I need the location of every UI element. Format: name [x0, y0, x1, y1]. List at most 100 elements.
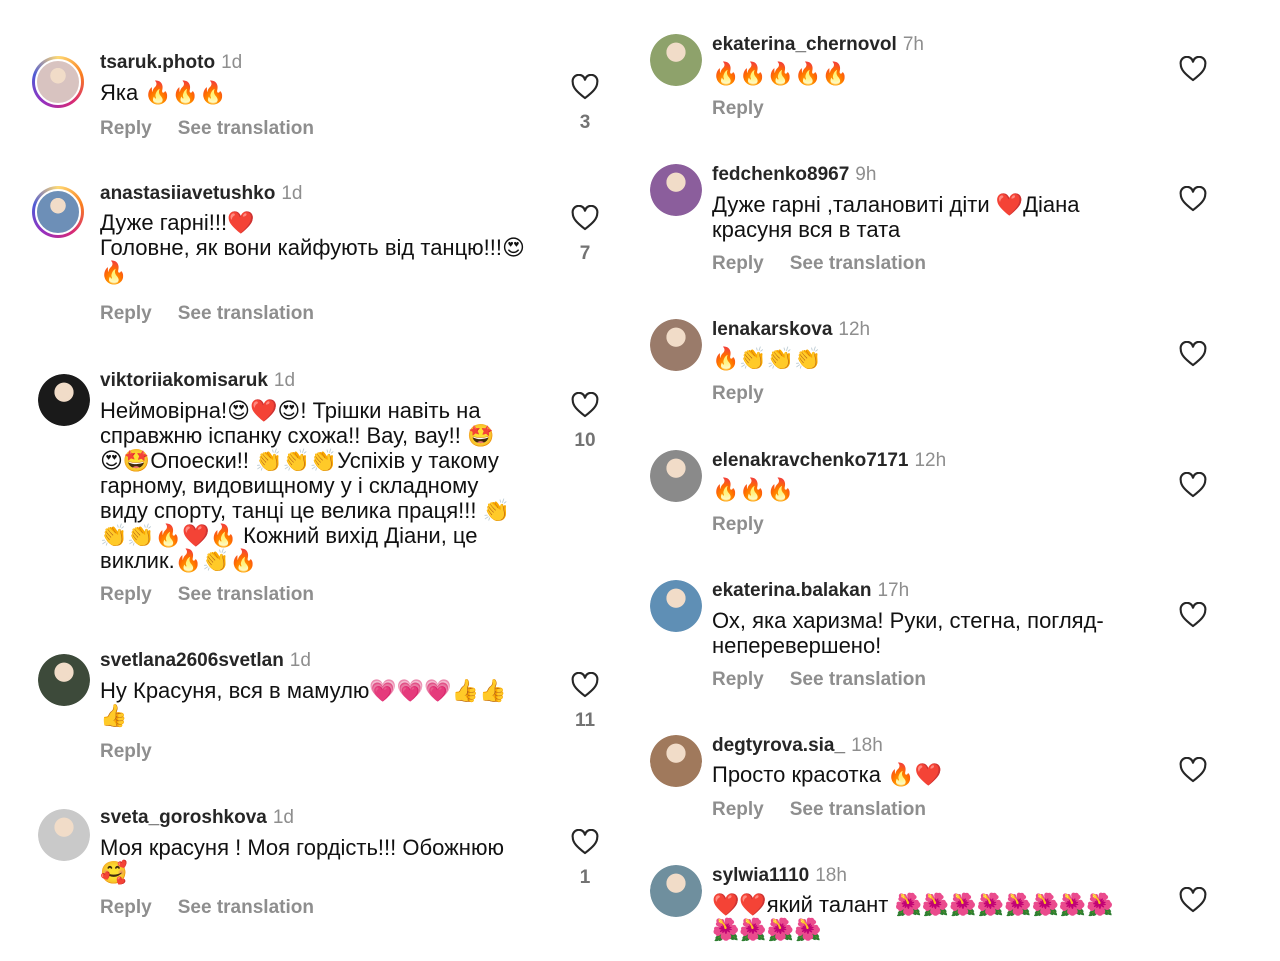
- comment-text: Дуже гарні!!!❤️ Головне, як вони кайфуют…: [100, 210, 525, 285]
- comment-actions: Reply See translation: [100, 303, 340, 325]
- comment-username[interactable]: ekaterina_chernovol 7h: [712, 34, 924, 56]
- like-heart-icon[interactable]: [571, 671, 599, 698]
- comment-timestamp: 9h: [855, 164, 877, 185]
- comment-timestamp: 1d: [289, 650, 311, 671]
- like-heart-icon[interactable]: [1179, 55, 1207, 82]
- comment-username[interactable]: degtyrova.sia_ 18h: [712, 735, 883, 757]
- username-text[interactable]: ekaterina.balakan: [712, 580, 871, 601]
- username-text[interactable]: viktoriiakomisaruk: [100, 370, 268, 391]
- comment-username[interactable]: fedchenko8967 9h: [712, 164, 876, 186]
- like-count: 11: [574, 710, 596, 731]
- comment-timestamp: 12h: [914, 450, 947, 471]
- reply-button[interactable]: Reply: [712, 799, 764, 820]
- comment-username[interactable]: tsaruk.photo 1d: [100, 52, 242, 74]
- like-heart-icon[interactable]: [571, 391, 599, 418]
- comment-username[interactable]: anastasiiavetushko 1d: [100, 183, 302, 205]
- avatar[interactable]: [650, 34, 702, 86]
- username-text[interactable]: fedchenko8967: [712, 164, 849, 185]
- like-count: 7: [579, 243, 591, 264]
- reply-button[interactable]: Reply: [100, 303, 152, 324]
- like-heart-icon[interactable]: [1179, 601, 1207, 628]
- see-translation-button[interactable]: See translation: [790, 799, 926, 820]
- like-heart-icon[interactable]: [571, 204, 599, 231]
- comment-timestamp: 18h: [851, 735, 883, 756]
- comment-actions: Reply: [712, 514, 790, 536]
- avatar[interactable]: [38, 809, 90, 861]
- comment-timestamp: 1d: [281, 183, 303, 204]
- avatar[interactable]: [32, 56, 84, 108]
- comment-text: Дуже гарні ,талановиті діти ❤️Діана крас…: [712, 192, 1080, 242]
- comment-text: Неймовірна!😍❤️😍! Трішки навіть на справж…: [100, 398, 510, 573]
- like-heart-icon[interactable]: [1179, 756, 1207, 783]
- comment-timestamp: 1d: [272, 807, 294, 828]
- like-heart-icon[interactable]: [1179, 886, 1207, 913]
- see-translation-button[interactable]: See translation: [790, 253, 926, 274]
- comment-timestamp: 12h: [838, 319, 871, 340]
- comment-username[interactable]: sveta_goroshkova 1d: [100, 807, 294, 829]
- comment-actions: Reply See translation: [712, 253, 952, 275]
- username-text[interactable]: sveta_goroshkova: [100, 807, 267, 828]
- reply-button[interactable]: Reply: [712, 514, 764, 535]
- comment-actions: Reply See translation: [712, 669, 952, 691]
- comment-timestamp: 1d: [273, 370, 296, 391]
- comment-username[interactable]: svetlana2606svetlan 1d: [100, 650, 311, 672]
- like-count: 10: [574, 430, 596, 451]
- comment-text: Просто красотка 🔥❤️: [712, 762, 942, 787]
- reply-button[interactable]: Reply: [100, 741, 152, 762]
- see-translation-button[interactable]: See translation: [790, 669, 926, 690]
- comment-actions: Reply: [100, 741, 178, 763]
- like-heart-icon[interactable]: [1179, 340, 1207, 367]
- avatar[interactable]: [650, 450, 702, 502]
- username-text[interactable]: lenakarskova: [712, 319, 832, 340]
- comment-timestamp: 1d: [221, 52, 243, 73]
- username-text[interactable]: degtyrova.sia_: [712, 735, 845, 756]
- see-translation-button[interactable]: See translation: [178, 303, 314, 324]
- comment-username[interactable]: lenakarskova 12h: [712, 319, 870, 341]
- username-text[interactable]: ekaterina_chernovol: [712, 34, 897, 55]
- comment-username[interactable]: ekaterina.balakan 17h: [712, 580, 909, 602]
- see-translation-button[interactable]: See translation: [178, 118, 314, 139]
- reply-button[interactable]: Reply: [712, 253, 764, 274]
- see-translation-button[interactable]: See translation: [178, 584, 314, 605]
- reply-button[interactable]: Reply: [712, 98, 764, 119]
- comment-username[interactable]: sylwia1110 18h: [712, 865, 847, 887]
- comment-actions: Reply See translation: [712, 799, 952, 821]
- avatar[interactable]: [650, 580, 702, 632]
- avatar[interactable]: [650, 319, 702, 371]
- comment-text: 🔥🔥🔥: [712, 477, 795, 502]
- username-text[interactable]: elenakravchenko7171: [712, 450, 908, 471]
- username-text[interactable]: sylwia1110: [712, 865, 809, 886]
- comment-actions: Reply See translation: [100, 897, 340, 919]
- avatar[interactable]: [650, 735, 702, 787]
- username-text[interactable]: anastasiiavetushko: [100, 183, 275, 204]
- like-heart-icon[interactable]: [1179, 471, 1207, 498]
- comment-timestamp: 7h: [902, 34, 924, 55]
- reply-button[interactable]: Reply: [712, 669, 764, 690]
- reply-button[interactable]: Reply: [100, 118, 152, 139]
- reply-button[interactable]: Reply: [100, 897, 152, 918]
- username-text[interactable]: tsaruk.photo: [100, 52, 215, 73]
- see-translation-button[interactable]: See translation: [178, 897, 314, 918]
- comment-text: Ох, яка харизма! Руки, стегна, погляд- н…: [712, 608, 1104, 658]
- reply-button[interactable]: Reply: [100, 584, 152, 605]
- comment-actions: Reply See translation: [100, 584, 340, 606]
- like-heart-icon[interactable]: [1179, 185, 1207, 212]
- avatar[interactable]: [38, 654, 90, 706]
- comment-text: 🔥👏👏👏: [712, 346, 822, 371]
- comment-text: Ну Красуня, вся в мамулю💗💗💗👍👍 👍: [100, 678, 507, 728]
- avatar[interactable]: [32, 186, 84, 238]
- comment-username[interactable]: viktoriiakomisaruk 1d: [100, 370, 295, 392]
- comment-username[interactable]: elenakravchenko7171 12h: [712, 450, 946, 472]
- avatar[interactable]: [38, 374, 90, 426]
- like-heart-icon[interactable]: [571, 828, 599, 855]
- comment-text: ❤️❤️який талант 🌺🌺🌺🌺🌺🌺🌺🌺 🌺🌺🌺🌺: [712, 892, 1114, 942]
- avatar[interactable]: [650, 164, 702, 216]
- username-text[interactable]: svetlana2606svetlan: [100, 650, 284, 671]
- like-heart-icon[interactable]: [571, 73, 599, 100]
- comment-actions: Reply See translation: [100, 118, 340, 140]
- reply-button[interactable]: Reply: [712, 383, 764, 404]
- avatar[interactable]: [650, 865, 702, 917]
- comment-text: Моя красуня ! Моя гордість!!! Обожнюю 🥰: [100, 835, 504, 885]
- comment-timestamp: 18h: [815, 865, 847, 886]
- comment-actions: Reply: [712, 383, 790, 405]
